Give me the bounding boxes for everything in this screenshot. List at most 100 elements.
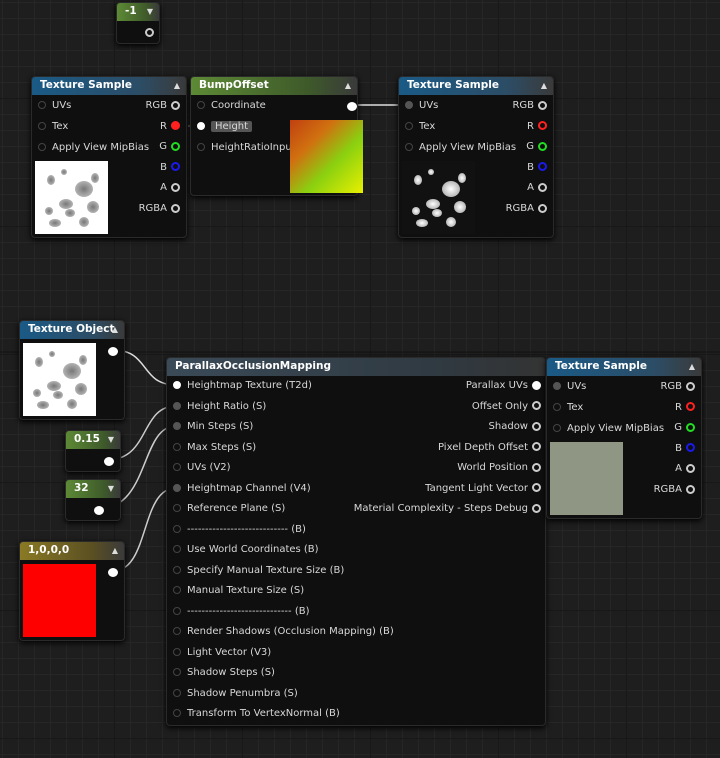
output-pin-row[interactable]: RGBA — [139, 201, 180, 217]
input-pin-row[interactable]: ----------------------------- (B) — [173, 604, 310, 620]
texture-object-node-header[interactable]: Texture Object ▲ — [20, 321, 124, 339]
collapse-arrow-icon[interactable]: ▲ — [345, 81, 351, 90]
output-pin-row[interactable]: Shadow — [489, 419, 541, 435]
output-pin-icon[interactable] — [108, 568, 118, 577]
input-pin-row[interactable]: Height — [197, 119, 253, 135]
scalar-constant-node[interactable]: 32 ▼ — [65, 479, 121, 521]
input-pin-icon[interactable] — [173, 524, 181, 533]
output-pin-row[interactable]: G — [159, 139, 180, 155]
input-pin-row[interactable]: Light Vector (V3) — [173, 645, 271, 661]
output-pin-icon[interactable] — [686, 484, 695, 494]
input-pin-row[interactable]: Height Ratio (S) — [173, 399, 266, 415]
input-pin-row[interactable]: ---------------------------- (B) — [173, 522, 306, 538]
scalar-constant-node-header[interactable]: 32 ▼ — [66, 480, 120, 498]
parallax-occlusion-mapping-node-header[interactable]: ParallaxOcclusionMapping — [167, 358, 545, 376]
input-pin-icon[interactable] — [173, 401, 181, 410]
input-pin-row[interactable]: Heightmap Texture (T2d) — [173, 378, 312, 394]
output-pin-icon[interactable] — [104, 457, 114, 466]
output-pin-row[interactable]: R — [160, 119, 180, 135]
input-pin-row[interactable]: Apply View MipBias — [405, 140, 516, 156]
input-pin-icon[interactable] — [38, 101, 46, 109]
output-pin-row[interactable]: A — [675, 461, 695, 477]
output-pin-row[interactable]: A — [527, 180, 547, 196]
output-pin-row[interactable]: World Position — [457, 460, 541, 476]
output-pin-icon[interactable] — [532, 442, 541, 451]
output-pin-row[interactable]: Parallax UVs — [466, 378, 541, 394]
output-pin-icon[interactable] — [532, 421, 541, 431]
output-pin-icon[interactable] — [532, 462, 541, 472]
input-pin-row[interactable]: HeightRatioInput — [197, 140, 296, 156]
output-pin-icon[interactable] — [145, 28, 154, 37]
vector-constant-node[interactable]: 1,0,0,0 ▲ — [19, 541, 125, 641]
dropdown-arrow-icon[interactable]: ▼ — [108, 484, 114, 493]
dropdown-arrow-icon[interactable]: ▼ — [147, 7, 153, 16]
input-pin-icon[interactable] — [197, 101, 205, 109]
output-pin-row[interactable]: Material Complexity - Steps Debug — [354, 501, 541, 517]
output-pin-icon[interactable] — [108, 347, 118, 356]
input-pin-row[interactable]: Min Steps (S) — [173, 419, 253, 435]
input-pin-row[interactable]: Use World Coordinates (B) — [173, 542, 319, 558]
output-pin-icon[interactable] — [538, 203, 547, 213]
input-pin-row[interactable]: Render Shadows (Occlusion Mapping) (B) — [173, 624, 394, 640]
input-pin-row[interactable]: UVs — [405, 98, 438, 114]
output-pin-row[interactable]: Tangent Light Vector — [425, 481, 541, 497]
output-pin-icon[interactable] — [538, 141, 547, 151]
scalar-constant-node-header[interactable]: 0.15 ▼ — [66, 431, 120, 449]
output-pin-row[interactable]: R — [527, 119, 547, 135]
input-pin-icon[interactable] — [173, 545, 181, 553]
texture-sample-node[interactable]: Texture Sample ▲ UVs Tex Apply View MipBias R… — [31, 76, 187, 238]
input-pin-icon[interactable] — [173, 606, 181, 615]
input-pin-icon[interactable] — [173, 647, 181, 656]
output-pin-icon[interactable] — [538, 100, 547, 110]
input-pin-row[interactable]: UVs — [38, 98, 71, 114]
input-pin-icon[interactable] — [173, 668, 181, 676]
input-pin-row[interactable]: Coordinate — [197, 98, 266, 114]
output-pin-icon[interactable] — [686, 381, 695, 391]
output-pin-icon[interactable] — [94, 506, 104, 515]
output-pin-icon[interactable] — [538, 162, 547, 172]
input-pin-row[interactable]: Apply View MipBias — [38, 140, 149, 156]
texture-sample-node[interactable]: Texture Sample ▲ UVs Tex Apply View MipBias R… — [398, 76, 554, 238]
input-pin-icon[interactable] — [173, 422, 181, 430]
input-pin-icon[interactable] — [173, 483, 181, 492]
input-pin-row[interactable]: Max Steps (S) — [173, 440, 256, 456]
output-pin-icon[interactable] — [686, 402, 695, 412]
input-pin-icon[interactable] — [173, 586, 181, 594]
output-pin-icon[interactable] — [171, 162, 180, 172]
collapse-arrow-icon[interactable]: ▲ — [541, 81, 547, 90]
output-pin-icon[interactable] — [171, 121, 180, 131]
input-pin-icon[interactable] — [197, 122, 205, 130]
input-pin-row[interactable]: Shadow Penumbra (S) — [173, 686, 298, 702]
texture-sample-node-header[interactable]: Texture Sample ▲ — [32, 77, 186, 95]
output-pin-icon[interactable] — [538, 121, 547, 131]
input-pin-icon[interactable] — [405, 122, 413, 130]
output-pin-icon[interactable] — [347, 102, 357, 111]
collapse-arrow-icon[interactable]: ▲ — [112, 546, 118, 555]
output-pin-row[interactable]: G — [526, 139, 547, 155]
input-pin-row[interactable]: Manual Texture Size (S) — [173, 583, 304, 599]
input-pin-row[interactable]: Tex — [38, 119, 68, 135]
output-pin-icon[interactable] — [686, 463, 695, 473]
dropdown-arrow-icon[interactable]: ▼ — [108, 435, 114, 444]
input-pin-icon[interactable] — [173, 709, 181, 717]
scalar-constant-node[interactable]: 0.15 ▼ — [65, 430, 121, 472]
output-pin-icon[interactable] — [171, 203, 180, 213]
output-pin-row[interactable]: Offset Only — [472, 399, 541, 415]
constant-node-header[interactable]: -1 ▼ — [117, 3, 159, 21]
input-pin-icon[interactable] — [173, 565, 181, 574]
constant-node[interactable]: -1 ▼ — [116, 2, 160, 44]
input-pin-icon[interactable] — [173, 688, 181, 697]
bump-offset-node-header[interactable]: BumpOffset ▲ — [191, 77, 357, 95]
input-pin-row[interactable]: Tex — [405, 119, 435, 135]
output-pin-row[interactable]: A — [160, 180, 180, 196]
output-pin-icon[interactable] — [171, 141, 180, 151]
output-pin-icon[interactable] — [532, 483, 541, 492]
input-pin-icon[interactable] — [553, 382, 561, 390]
input-pin-icon[interactable] — [173, 442, 181, 451]
output-pin-icon[interactable] — [171, 100, 180, 110]
vector-constant-node-header[interactable]: 1,0,0,0 ▲ — [20, 542, 124, 560]
parallax-occlusion-mapping-node[interactable]: ParallaxOcclusionMapping Heightmap Textur… — [166, 357, 546, 726]
output-pin-icon[interactable] — [532, 401, 541, 410]
input-pin-icon[interactable] — [173, 463, 181, 471]
input-pin-row[interactable]: UVs (V2) — [173, 460, 231, 476]
